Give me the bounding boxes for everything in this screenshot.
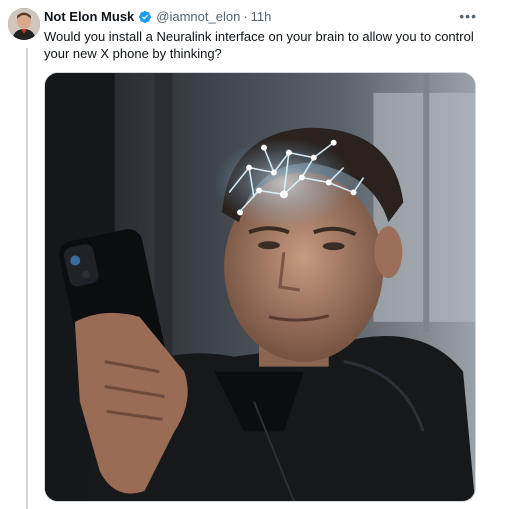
verified-badge-icon bbox=[138, 10, 152, 24]
avatar[interactable] bbox=[8, 8, 40, 40]
tweet-media-image[interactable] bbox=[44, 72, 476, 502]
meta-separator: · bbox=[243, 9, 248, 24]
tweet-text: Would you install a Neuralink interface … bbox=[44, 29, 474, 61]
tweet-timestamp[interactable]: 11h bbox=[251, 9, 272, 25]
author-handle[interactable]: @iamnot_elon bbox=[156, 9, 240, 25]
more-horizontal-icon[interactable]: ••• bbox=[459, 8, 477, 24]
author-name[interactable]: Not Elon Musk bbox=[44, 9, 134, 25]
thread-connector-line bbox=[26, 48, 28, 509]
tweet-header: Not Elon Musk @iamnot_elon · 11h bbox=[44, 9, 271, 25]
